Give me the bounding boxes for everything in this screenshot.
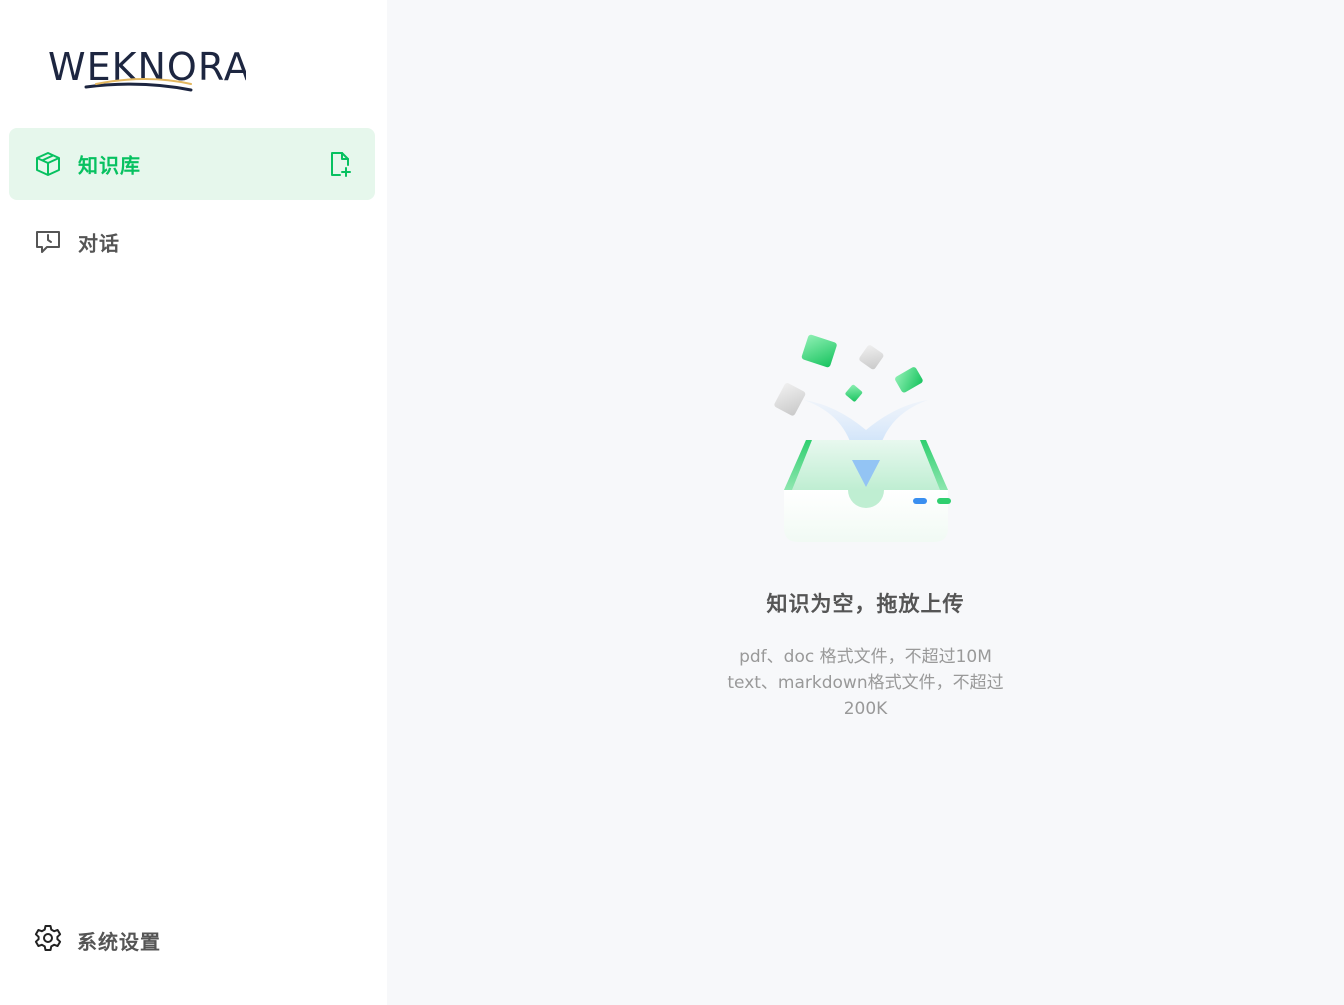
settings-button[interactable]: 系统设置 xyxy=(33,922,161,958)
empty-state-description: pdf、doc 格式文件，不超过10M text、markdown格式文件，不超… xyxy=(716,644,1016,722)
weknora-logo[interactable]: WEKNORA xyxy=(46,40,250,100)
empty-state-title: 知识为空，拖放上传 xyxy=(766,592,965,616)
sidebar-item-chat[interactable]: 对话 xyxy=(9,206,375,278)
upload-illustration xyxy=(766,330,966,555)
desc-line: pdf、doc 格式文件，不超过10M xyxy=(739,647,992,667)
sidebar-item-knowledge-base[interactable]: 知识库 xyxy=(9,128,375,200)
desc-line: 200K xyxy=(843,699,888,719)
desc-line: text、markdown格式文件，不超过 xyxy=(727,673,1004,693)
chat-clock-icon xyxy=(33,227,63,257)
sidebar-item-label: 知识库 xyxy=(78,153,141,178)
gear-icon xyxy=(33,923,63,957)
main-content[interactable]: 知识为空，拖放上传 pdf、doc 格式文件，不超过10M text、markd… xyxy=(387,0,1344,1005)
file-add-icon[interactable] xyxy=(325,149,355,179)
cube-icon xyxy=(33,149,63,179)
settings-label: 系统设置 xyxy=(77,929,161,954)
sidebar: WEKNORA 知识库 对话 系统设置 xyxy=(0,0,387,1005)
upload-dropzone[interactable]: 知识为空，拖放上传 pdf、doc 格式文件，不超过10M text、markd… xyxy=(387,330,1344,722)
sidebar-item-label: 对话 xyxy=(78,231,120,256)
app-window: WEKNORA 知识库 对话 系统设置 知识为空，拖放上传 pdf、doc 格式… xyxy=(0,0,1344,1005)
svg-text:WEKNORA: WEKNORA xyxy=(48,45,246,89)
